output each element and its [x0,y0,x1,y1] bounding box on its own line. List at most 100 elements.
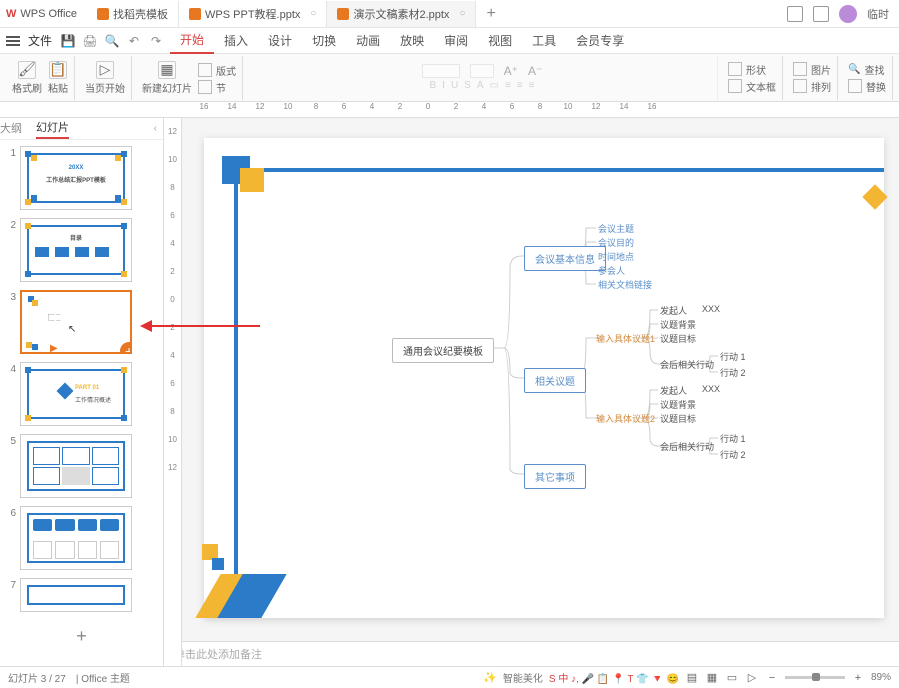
mindmap-leaf[interactable]: 发起人 [660,304,687,317]
mindmap-leaf[interactable]: 参会人 [598,264,625,277]
mindmap-node[interactable]: 相关议题 [524,368,586,393]
textbox-button[interactable]: 文本框 [728,79,776,94]
add-slide-icon[interactable]: + [120,342,132,354]
close-icon[interactable]: ○ [459,8,465,19]
mindmap-leaf[interactable]: 会议主题 [598,222,634,235]
mindmap-leaf[interactable]: 行动 1 [720,432,746,445]
add-tab-button[interactable]: + [476,5,505,23]
mindmap-leaf[interactable]: 相关文档链接 [598,278,652,291]
slide-thumbnail-4[interactable]: PART 01 工作情况概述 [20,362,132,426]
ai-beautify-label[interactable]: 智能美化 [503,670,543,685]
ai-beautify-icon[interactable]: ✨ [483,671,497,685]
mindmap-leaf[interactable]: 输入具体议题2 [596,412,655,425]
thumbnail-list[interactable]: 1 20XX 工作总结汇报PPT模板 2 目录 [0,140,163,666]
font-increase-icon[interactable]: A⁺ [504,64,518,78]
zoom-out-icon[interactable]: − [765,671,779,685]
mindmap-leaf[interactable]: XXX [702,304,720,314]
add-slide-button[interactable]: + [4,620,159,653]
tab-file-2-active[interactable]: 演示文稿素材2.pptx ○ [327,1,476,27]
menu-tab-review[interactable]: 审阅 [434,28,478,54]
notes-pane[interactable]: 单击此处添加备注 [164,641,899,666]
mindmap-node[interactable]: 会议基本信息 [524,246,606,271]
mindmap-root[interactable]: 通用会议纪要模板 [392,338,494,363]
panel-close-icon[interactable]: ‹ [154,123,157,134]
mindmap-node[interactable]: 其它事项 [524,464,586,489]
undo-icon[interactable]: ↶ [126,33,142,49]
picture-button[interactable]: 图片 [793,62,831,77]
menu-tab-home[interactable]: 开始 [170,28,214,54]
align-left-icon[interactable]: ≡ [505,80,511,91]
slide-thumbnail-7[interactable] [20,578,132,612]
menu-tab-animation[interactable]: 动画 [346,28,390,54]
mindmap-leaf[interactable]: 会后相关行动 [660,358,714,371]
format-painter-button[interactable]: 🖌格式刷 [12,61,42,95]
list-icon[interactable]: ≡ [529,80,535,91]
mindmap-leaf[interactable]: 议题背景 [660,398,696,411]
menu-tab-insert[interactable]: 插入 [214,28,258,54]
zoom-level[interactable]: 89% [871,672,891,683]
menu-tab-slideshow[interactable]: 放映 [390,28,434,54]
mindmap-leaf[interactable]: 行动 2 [720,366,746,379]
zoom-in-icon[interactable]: + [851,671,865,685]
slide-thumbnail-6[interactable] [20,506,132,570]
redo-icon[interactable]: ↷ [148,33,164,49]
switch-view-icon[interactable] [787,6,803,22]
user-avatar[interactable] [839,5,857,23]
tab-file-1[interactable]: WPS PPT教程.pptx ○ [179,1,327,27]
ime-indicator[interactable]: S 中 ♪, 🎤 📋 📍 T 👕 🔻 😊 [549,670,679,685]
font-select[interactable] [422,64,460,78]
mindmap-leaf[interactable]: 会后相关行动 [660,440,714,453]
mindmap-leaf[interactable]: XXX [702,384,720,394]
bold-icon[interactable]: B [429,80,436,91]
font-decrease-icon[interactable]: A⁻ [528,64,542,78]
menu-tab-view[interactable]: 视图 [478,28,522,54]
menu-tab-transition[interactable]: 切换 [302,28,346,54]
new-slide-button[interactable]: ▦新建幻灯片 [142,61,192,95]
save-icon[interactable]: 💾 [60,33,76,49]
zoom-slider[interactable] [785,676,845,679]
mindmap-leaf[interactable]: 输入具体议题1 [596,332,655,345]
outline-tab[interactable]: 大纲 [0,120,22,138]
slide-thumbnail-5[interactable] [20,434,132,498]
mindmap-leaf[interactable]: 发起人 [660,384,687,397]
slide-canvas[interactable]: 12108642024681012 [164,118,899,666]
slide-thumbnail-1[interactable]: 20XX 工作总结汇报PPT模板 [20,146,132,210]
mindmap-leaf[interactable]: 会议目的 [598,236,634,249]
strike-icon[interactable]: S [464,80,471,91]
highlight-icon[interactable]: ▭ [490,80,499,91]
arrange-button[interactable]: 排列 [793,79,831,94]
play-icon[interactable]: ▶ [50,343,58,354]
layout-button[interactable]: 版式 [198,63,236,78]
preview-icon[interactable]: 🔍 [104,33,120,49]
close-icon[interactable]: ○ [310,8,316,19]
mindmap-leaf[interactable]: 议题目标 [660,412,696,425]
slides-tab[interactable]: 幻灯片 [36,119,69,139]
app-center-icon[interactable] [813,6,829,22]
underline-icon[interactable]: U [451,80,458,91]
slide-thumbnail-3-active[interactable]: ┌─ ─└─ ─ ↖ + ▶ [20,290,132,354]
italic-icon[interactable]: I [442,80,445,91]
mindmap-leaf[interactable]: 议题目标 [660,332,696,345]
shape-button[interactable]: 形状 [728,62,776,77]
file-menu[interactable]: 文件 [28,32,52,49]
tab-templates[interactable]: 找稻壳模板 [87,1,179,27]
menu-tab-tools[interactable]: 工具 [522,28,566,54]
mindmap-leaf[interactable]: 行动 2 [720,448,746,461]
slideshow-view-icon[interactable]: ▷ [745,671,759,685]
menu-tab-design[interactable]: 设计 [258,28,302,54]
font-size-select[interactable] [470,64,494,78]
section-button[interactable]: 节 [198,80,236,95]
find-button[interactable]: 🔍查找 [848,62,886,77]
reading-view-icon[interactable]: ▭ [725,671,739,685]
menu-tab-member[interactable]: 会员专享 [566,28,634,54]
print-icon[interactable]: 🖨 [82,33,98,49]
normal-view-icon[interactable]: ▦ [705,671,719,685]
paste-button[interactable]: 📋粘贴 [48,61,68,95]
notes-view-icon[interactable]: ▤ [685,671,699,685]
replace-button[interactable]: 替换 [848,79,886,94]
mindmap-leaf[interactable]: 议题背景 [660,318,696,331]
mindmap-leaf[interactable]: 时间地点 [598,250,634,263]
hamburger-icon[interactable] [6,34,22,48]
slide-content[interactable]: 通用会议纪要模板 会议基本信息 相关议题 其它事项 会议主题 会议目的 时间地点… [204,138,884,618]
slide-thumbnail-2[interactable]: 目录 [20,218,132,282]
